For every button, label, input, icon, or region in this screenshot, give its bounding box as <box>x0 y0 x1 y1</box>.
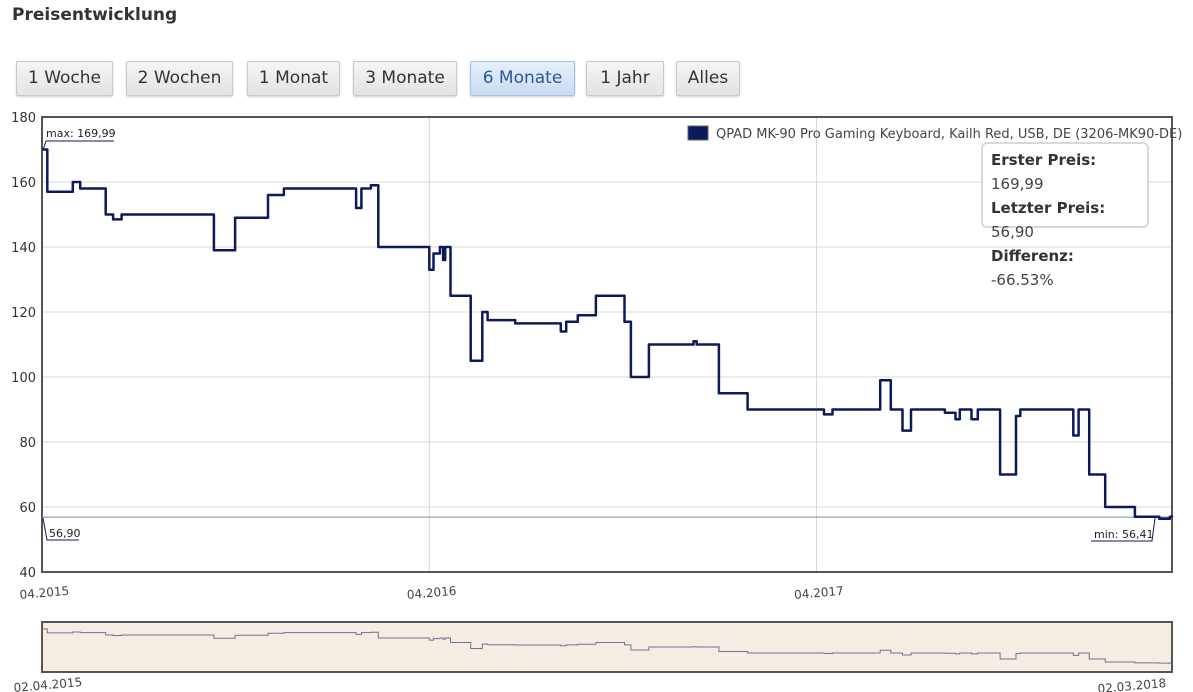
navigator-background[interactable] <box>41 621 1173 673</box>
first-price-label: Erster Preis: <box>991 151 1097 169</box>
y-tick-label: 120 <box>11 306 36 321</box>
current-label: 56,90 <box>49 527 81 540</box>
difference-value: -66.53% <box>991 271 1054 289</box>
first-price-row: Erster Preis: 169,99 <box>991 148 1139 196</box>
y-tick-label: 160 <box>11 176 36 191</box>
y-axis: 40 60 80 100 120 140 160 180 <box>11 111 36 581</box>
difference-label: Differenz: <box>991 247 1074 265</box>
last-price-label: Letzter Preis: <box>991 199 1106 217</box>
difference-row: Differenz: -66.53% <box>991 244 1139 292</box>
current-annotation: 56,90 <box>42 517 81 541</box>
y-tick-label: 60 <box>19 501 36 516</box>
min-annotation: min: 56,41 <box>1091 517 1156 542</box>
x-tick-label: 04.2015 <box>19 584 70 602</box>
legend-label[interactable]: QPAD MK-90 Pro Gaming Keyboard, Kailh Re… <box>716 127 1182 142</box>
navigator-start-label: 02.04.2015 <box>13 675 83 692</box>
x-tick-label: 04.2017 <box>794 584 845 602</box>
x-tick-label: 04.2016 <box>406 584 457 602</box>
first-price-value: 169,99 <box>991 175 1044 193</box>
y-tick-label: 180 <box>11 111 36 126</box>
legend-swatch[interactable] <box>687 125 709 141</box>
y-tick-label: 80 <box>19 436 36 451</box>
max-label: max: 169,99 <box>46 127 116 140</box>
max-annotation: max: 169,99 <box>42 127 116 151</box>
navigator-end-label: 02.03.2018 <box>1097 676 1167 692</box>
legend: QPAD MK-90 Pro Gaming Keyboard, Kailh Re… <box>687 125 1182 142</box>
last-price-row: Letzter Preis: 56,90 <box>991 196 1139 244</box>
y-tick-label: 100 <box>11 371 36 386</box>
price-info-box: Erster Preis: 169,99 Letzter Preis: 56,9… <box>981 142 1149 289</box>
min-label: min: 56,41 <box>1094 528 1153 541</box>
x-axis: 04.2015 04.2016 04.2017 <box>19 584 844 602</box>
y-tick-label: 140 <box>11 241 36 256</box>
navigator[interactable]: 02.04.2015 02.03.2018 <box>13 621 1173 692</box>
price-chart: 406080100120140160180 04.2015 04.2016 04.2… <box>11 111 1182 692</box>
y-tick-label: 40 <box>19 566 36 581</box>
last-price-value: 56,90 <box>991 223 1034 241</box>
